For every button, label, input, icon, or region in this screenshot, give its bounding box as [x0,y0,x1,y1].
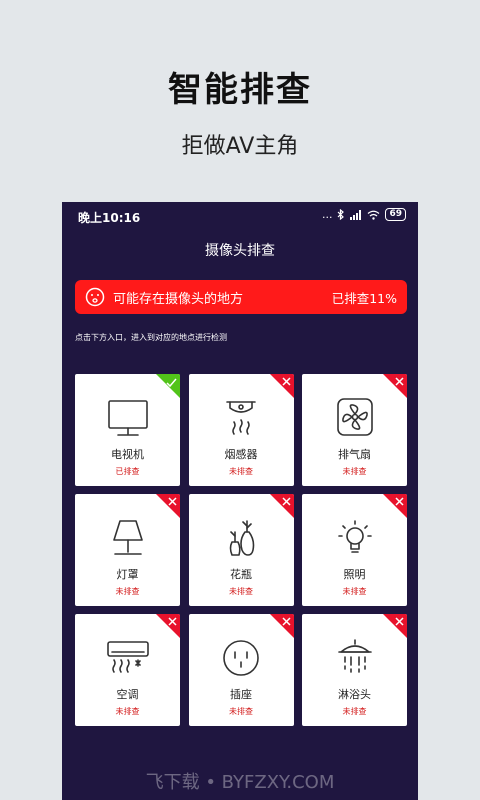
watermark: 飞下载 • BYFZXY.COM [145,772,335,793]
alert-text: 可能存在摄像头的地方 [113,291,244,307]
card-label: 烟感器 [224,448,258,461]
card-status: 未排查 [115,707,140,716]
shower-head-icon [302,638,407,680]
unchecked-cross-icon [269,494,294,518]
unchecked-cross-icon [269,374,294,398]
card-label: 空调 [116,688,139,701]
alert-bar: 可能存在摄像头的地方 已排查11% [75,280,407,314]
check-progress: 已排查11% [331,290,397,306]
unchecked-cross-icon [383,614,407,638]
phone-screen: 晚上10:16 ... 69 摄像头排查 可能存在摄像头的地方 已排查11% 点… [62,202,418,800]
location-card[interactable]: 排气扇 未排查 [302,374,407,486]
location-card[interactable]: 电视机 已排查 [75,374,180,486]
instruction-hint: 点击下方入口，进入到对应的地点进行检测 [75,333,227,342]
status-bar: 晚上10:16 ... 69 [62,202,418,230]
light-bulb-icon [302,518,407,560]
status-time: 晚上10:16 [78,211,141,225]
signal-icon [350,209,362,220]
location-card[interactable]: 空调 未排查 [75,614,180,726]
more-dots-icon: ... [321,208,333,221]
checked-mark-icon [156,374,180,398]
unchecked-cross-icon [269,614,294,638]
exhaust-fan-icon [302,398,407,440]
card-label: 电视机 [111,448,144,461]
lampshade-icon [75,518,180,560]
card-label: 花瓶 [230,568,252,581]
card-status: 未排查 [229,587,253,596]
wifi-icon [368,210,380,220]
card-status: 未排查 [115,587,140,596]
socket-icon [189,638,294,680]
battery-icon: 69 [385,208,406,221]
bluetooth-icon [338,209,345,220]
unchecked-cross-icon [156,494,180,518]
face-icon [85,287,105,307]
unchecked-cross-icon [383,374,407,398]
location-grid: 电视机 已排查 烟感器 未排查 排气扇 未排查 灯罩 未排查 花瓶 未排查 照明 未排查 空调 未排查 插座… [75,374,407,726]
card-status: 未排查 [342,587,367,596]
unchecked-cross-icon [383,494,407,518]
app-title: 摄像头排查 [205,243,275,259]
card-status: 未排查 [229,707,253,716]
promo-title: 智能排查 [168,70,312,110]
location-card[interactable]: 照明 未排查 [302,494,407,606]
location-card[interactable]: 花瓶 未排查 [188,494,294,606]
card-status: 未排查 [342,467,367,476]
location-card[interactable]: 灯罩 未排查 [75,494,180,606]
smoke-detector-icon [189,398,294,440]
location-card[interactable]: 烟感器 未排查 [188,374,294,486]
location-card[interactable]: 插座 未排查 [188,614,294,726]
tv-icon [75,398,180,440]
air-conditioner-icon [75,638,180,680]
card-status: 未排查 [342,707,367,716]
card-label: 灯罩 [116,568,139,581]
unchecked-cross-icon [156,614,180,638]
card-status: 已排查 [115,467,140,476]
card-status: 未排查 [229,467,253,476]
card-label: 照明 [343,568,366,581]
card-label: 排气扇 [338,448,371,461]
location-card[interactable]: 淋浴头 未排查 [302,614,407,726]
card-label: 淋浴头 [338,688,371,701]
card-label: 插座 [230,688,252,701]
vase-icon [189,518,294,560]
status-icons: ... 69 [322,208,406,221]
promo-subtitle: 拒做AV主角 [181,134,299,159]
